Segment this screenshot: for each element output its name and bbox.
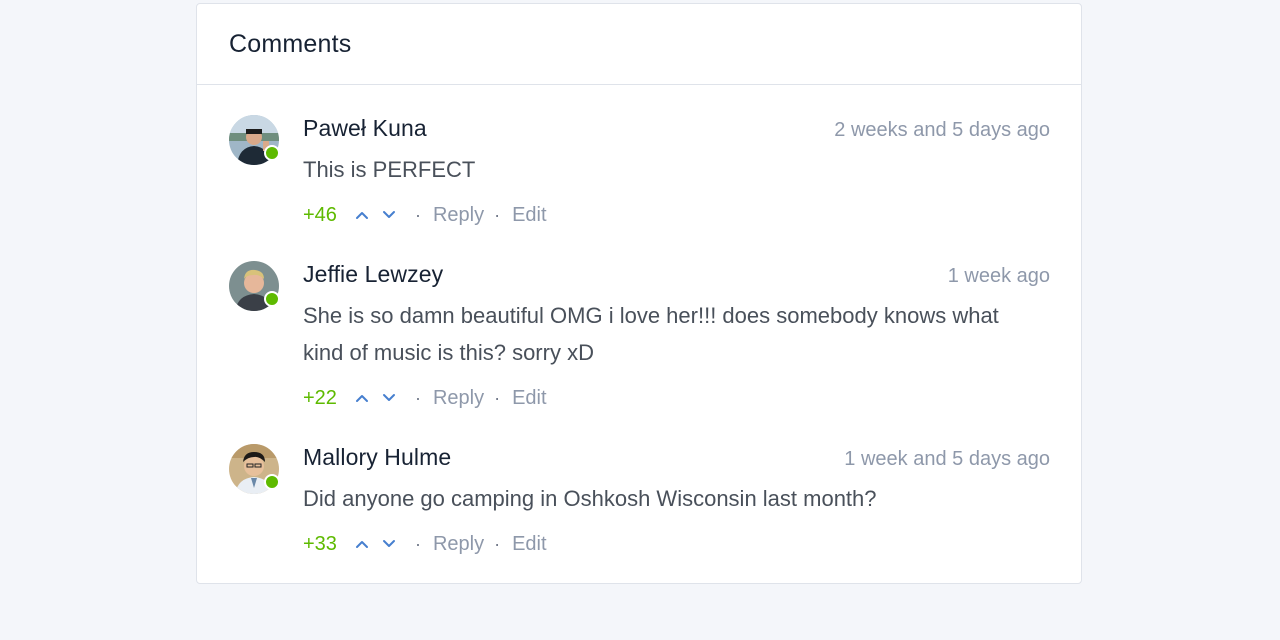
online-status-dot bbox=[264, 291, 280, 307]
online-status-dot bbox=[264, 474, 280, 490]
online-status-dot bbox=[264, 145, 280, 161]
comment-author[interactable]: Jeffie Lewzey bbox=[303, 261, 443, 288]
reply-link[interactable]: Reply bbox=[433, 533, 484, 556]
upvote-button[interactable] bbox=[351, 532, 373, 556]
edit-link[interactable]: Edit bbox=[512, 387, 546, 410]
separator-dot: · bbox=[414, 204, 421, 225]
upvote-button[interactable] bbox=[351, 386, 373, 410]
comment-author[interactable]: Paweł Kuna bbox=[303, 115, 427, 142]
comment-body: Mallory Hulme 1 week and 5 days ago Did … bbox=[303, 444, 1050, 559]
card-header: Comments bbox=[197, 4, 1081, 85]
chevron-up-icon bbox=[355, 395, 368, 402]
comment-text: Did anyone go camping in Oshkosh Wiscons… bbox=[303, 486, 877, 511]
comment-text: This is PERFECT bbox=[303, 157, 476, 182]
chevron-down-icon bbox=[382, 394, 395, 401]
separator-dot: · bbox=[494, 533, 501, 554]
edit-link[interactable]: Edit bbox=[512, 533, 546, 556]
separator-dot: · bbox=[494, 204, 501, 225]
upvote-button[interactable] bbox=[351, 203, 373, 227]
comment-timestamp: 1 week and 5 days ago bbox=[844, 448, 1050, 470]
comment-timestamp: 2 weeks and 5 days ago bbox=[834, 119, 1050, 141]
downvote-button[interactable] bbox=[378, 386, 400, 410]
avatar[interactable] bbox=[229, 444, 280, 494]
comment-author[interactable]: Mallory Hulme bbox=[303, 444, 451, 471]
comment-actions: +46 · Reply · Edit bbox=[303, 200, 1050, 230]
edit-link[interactable]: Edit bbox=[512, 204, 546, 227]
comment-score: +33 bbox=[303, 532, 337, 555]
comment-timestamp: 1 week ago bbox=[947, 265, 1050, 287]
card-title: Comments bbox=[229, 29, 352, 58]
avatar[interactable] bbox=[229, 261, 280, 311]
comment-body: Paweł Kuna 2 weeks and 5 days ago This i… bbox=[303, 115, 1050, 230]
downvote-button[interactable] bbox=[378, 203, 400, 227]
comment-score: +22 bbox=[303, 386, 337, 409]
separator-dot: · bbox=[494, 387, 501, 408]
comment-text: She is so damn beautiful OMG i love her!… bbox=[303, 303, 999, 365]
reply-link[interactable]: Reply bbox=[433, 387, 484, 410]
comment-score: +46 bbox=[303, 203, 337, 226]
separator-dot: · bbox=[414, 387, 421, 408]
comment-actions: +22 · Reply · Edit bbox=[303, 383, 1050, 413]
separator-dot: · bbox=[414, 533, 421, 554]
reply-link[interactable]: Reply bbox=[433, 204, 484, 227]
avatar[interactable] bbox=[229, 115, 280, 165]
chevron-up-icon bbox=[355, 541, 368, 548]
comments-card: Comments Paweł Kuna 2 weeks and 5 days a… bbox=[196, 3, 1082, 584]
downvote-button[interactable] bbox=[378, 532, 400, 556]
chevron-down-icon bbox=[382, 540, 395, 547]
chevron-up-icon bbox=[355, 212, 368, 219]
comment-body: Jeffie Lewzey 1 week ago She is so damn … bbox=[303, 261, 1050, 413]
chevron-down-icon bbox=[382, 211, 395, 218]
comment-actions: +33 · Reply · Edit bbox=[303, 529, 1050, 559]
